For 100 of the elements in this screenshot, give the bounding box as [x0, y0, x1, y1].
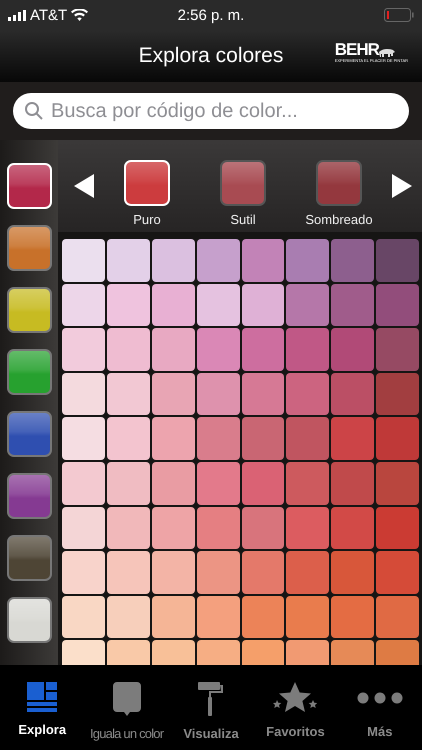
tone-label: Sutil — [230, 212, 256, 226]
color-swatch[interactable] — [286, 284, 330, 326]
color-swatch[interactable] — [331, 462, 374, 505]
color-swatch[interactable] — [286, 506, 330, 550]
carrier-name: AT&T — [30, 6, 68, 24]
bear-icon — [378, 48, 395, 58]
color-swatch[interactable] — [106, 462, 150, 505]
color-swatch[interactable] — [242, 551, 284, 594]
color-swatch[interactable] — [331, 506, 374, 550]
color-swatch[interactable] — [286, 551, 330, 594]
color-swatch[interactable] — [286, 328, 330, 371]
color-family-swatch[interactable] — [6, 349, 52, 395]
color-swatch[interactable] — [376, 328, 419, 371]
color-swatch[interactable] — [376, 551, 419, 594]
color-swatch[interactable] — [196, 417, 240, 460]
color-swatch[interactable] — [331, 551, 374, 594]
color-swatch[interactable] — [106, 284, 150, 326]
tone-swatch[interactable] — [316, 160, 362, 206]
color-swatch[interactable] — [152, 551, 195, 594]
color-swatch[interactable] — [331, 417, 374, 460]
color-swatch[interactable] — [152, 417, 195, 460]
color-swatch[interactable] — [196, 239, 240, 282]
color-swatch[interactable] — [152, 596, 195, 638]
color-family-swatch[interactable] — [6, 535, 52, 581]
color-family-swatch[interactable] — [6, 225, 52, 271]
color-swatch[interactable] — [286, 596, 330, 638]
paint-roller-icon — [198, 682, 224, 716]
tone-label: Sombreado — [305, 212, 373, 226]
color-swatch[interactable] — [62, 328, 105, 371]
color-swatch[interactable] — [242, 372, 284, 416]
color-swatch[interactable] — [62, 551, 105, 594]
tab-bar-item[interactable]: Iguala un color — [84, 682, 169, 741]
color-swatch[interactable] — [106, 506, 150, 550]
color-swatch[interactable] — [331, 328, 374, 371]
color-family-swatch[interactable] — [6, 411, 52, 457]
color-swatch[interactable] — [286, 417, 330, 460]
color-swatch[interactable] — [242, 284, 284, 326]
logo-wordmark: BEHR — [334, 42, 379, 58]
color-swatch[interactable] — [286, 372, 330, 416]
color-swatch[interactable] — [196, 506, 240, 550]
color-swatch[interactable] — [106, 596, 150, 638]
color-swatch[interactable] — [106, 417, 150, 460]
color-swatch[interactable] — [106, 239, 150, 282]
color-swatch[interactable] — [152, 506, 195, 550]
color-family-swatch[interactable] — [6, 287, 52, 333]
color-family-swatch[interactable] — [6, 597, 52, 643]
tab-bar-item[interactable]: Más — [338, 682, 422, 739]
color-swatch[interactable] — [196, 328, 240, 371]
color-swatch[interactable] — [62, 239, 105, 282]
left-arrow-icon[interactable] — [74, 174, 94, 198]
tab-bar-item[interactable]: Visualiza — [168, 682, 254, 741]
color-swatch[interactable] — [62, 596, 105, 638]
color-swatch[interactable] — [331, 239, 374, 282]
right-arrow-icon[interactable] — [392, 174, 412, 198]
search-field[interactable]: Busca por código de color... — [13, 93, 409, 129]
color-swatch[interactable] — [242, 462, 284, 505]
speech-bubble-icon — [112, 682, 141, 716]
color-swatch[interactable] — [331, 596, 374, 638]
color-swatch[interactable] — [152, 462, 195, 505]
color-swatch[interactable] — [331, 284, 374, 326]
color-swatch[interactable] — [286, 462, 330, 505]
color-swatch[interactable] — [376, 239, 419, 282]
color-swatch[interactable] — [331, 372, 374, 416]
tone-swatch[interactable] — [220, 160, 266, 206]
color-swatch[interactable] — [62, 417, 105, 460]
color-swatch[interactable] — [376, 596, 419, 638]
color-swatch[interactable] — [106, 328, 150, 371]
color-swatch[interactable] — [242, 239, 284, 282]
color-swatch[interactable] — [152, 239, 195, 282]
wifi-icon — [71, 9, 88, 21]
color-swatch[interactable] — [62, 462, 105, 505]
color-family-swatch[interactable] — [6, 473, 52, 519]
color-swatch[interactable] — [376, 462, 419, 505]
color-swatch[interactable] — [62, 372, 105, 416]
color-swatch[interactable] — [286, 239, 330, 282]
color-swatch[interactable] — [62, 284, 105, 326]
color-swatch[interactable] — [106, 551, 150, 594]
search-icon — [25, 102, 43, 120]
color-swatch[interactable] — [242, 506, 284, 550]
status-time: 2:56 p. m. — [178, 6, 244, 24]
color-swatch[interactable] — [376, 372, 419, 416]
color-swatch[interactable] — [196, 596, 240, 638]
tab-bar-item[interactable]: Explora — [0, 682, 84, 737]
color-swatch[interactable] — [152, 284, 195, 326]
color-swatch[interactable] — [242, 328, 284, 371]
color-swatch[interactable] — [152, 372, 195, 416]
color-swatch[interactable] — [242, 417, 284, 460]
color-swatch[interactable] — [196, 284, 240, 326]
tone-label: Puro — [133, 212, 161, 226]
color-swatch[interactable] — [196, 551, 240, 594]
color-swatch[interactable] — [152, 328, 195, 371]
color-swatch[interactable] — [106, 372, 150, 416]
color-swatch[interactable] — [196, 462, 240, 505]
color-swatch[interactable] — [196, 372, 240, 416]
color-swatch[interactable] — [376, 284, 419, 326]
color-swatch[interactable] — [242, 596, 284, 638]
color-swatch[interactable] — [62, 506, 105, 550]
color-swatch[interactable] — [376, 506, 419, 550]
color-swatch[interactable] — [376, 417, 419, 460]
tab-bar-item[interactable]: Favoritos — [253, 682, 338, 739]
